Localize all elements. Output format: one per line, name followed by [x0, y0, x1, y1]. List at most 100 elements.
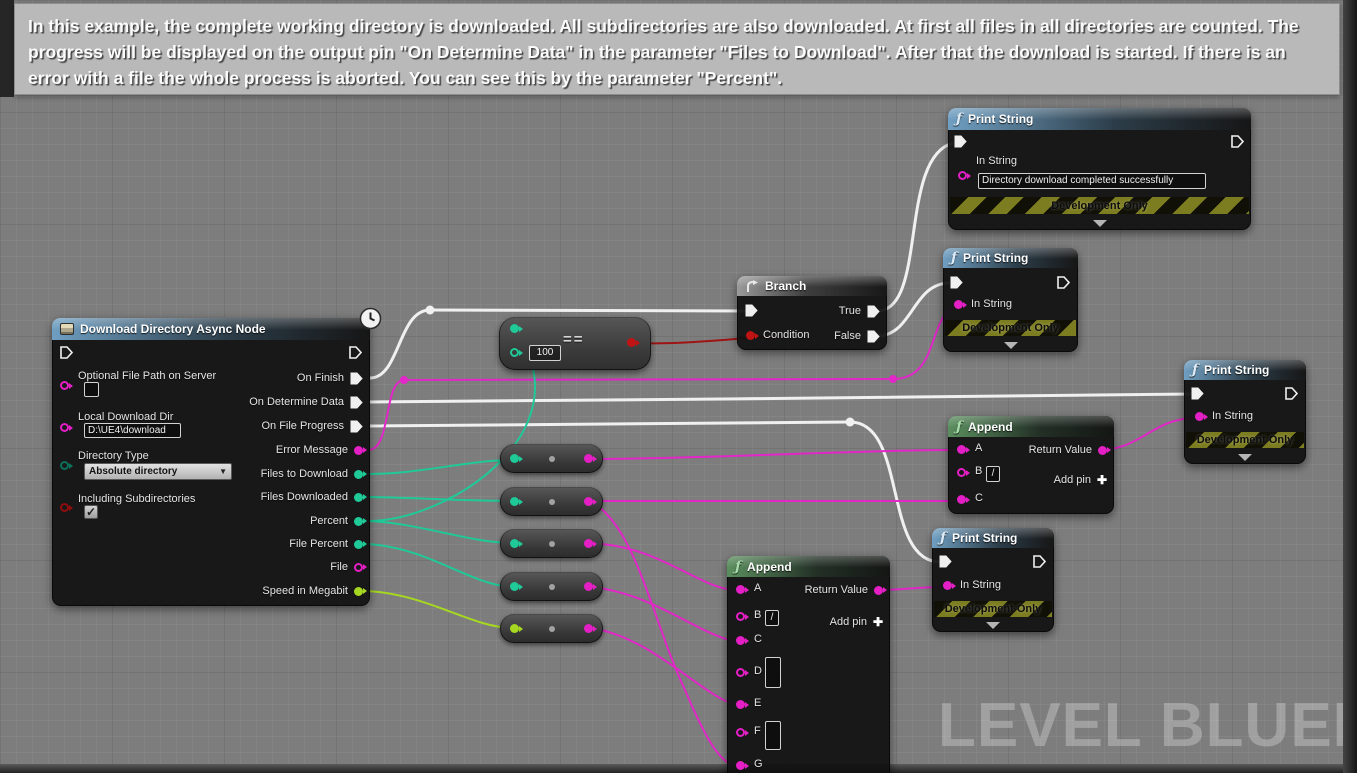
- node-int-to-string-1[interactable]: [500, 444, 603, 473]
- output-row-file[interactable]: File: [330, 559, 363, 575]
- in-string-field[interactable]: Directory download completed successfull…: [978, 173, 1206, 189]
- node-print-string-success[interactable]: ƒ Print String In String Directory downl…: [948, 108, 1251, 230]
- int-pin[interactable]: [354, 517, 363, 526]
- node-header[interactable]: ƒ Print String: [1184, 360, 1306, 380]
- optional-file-path-field[interactable]: [84, 382, 99, 397]
- node-expander[interactable]: [1238, 454, 1252, 461]
- append-b-pin[interactable]: [957, 468, 966, 477]
- output-row-on-finish[interactable]: On Finish: [297, 370, 363, 386]
- wire-filesdownloaded-to-conv2[interactable]: [368, 497, 512, 501]
- exec-in-pin[interactable]: [939, 555, 952, 568]
- exec-junction-dot[interactable]: [846, 418, 855, 427]
- exec-in-pin[interactable]: [745, 304, 758, 317]
- node-int-to-string-4[interactable]: [500, 572, 603, 601]
- exec-junction-dot[interactable]: [426, 306, 435, 315]
- append-c-pin[interactable]: [736, 636, 745, 645]
- node-append-2[interactable]: ƒ Append A B / C D E F G Return Value Ad…: [727, 556, 890, 773]
- wire-true-to-printstring1[interactable]: [877, 143, 953, 311]
- in-string-pin[interactable]: [1195, 412, 1204, 421]
- local-download-dir-field[interactable]: D:\UE4\download: [84, 423, 181, 438]
- compare-result-pin[interactable]: [627, 338, 636, 347]
- output-row-file-percent[interactable]: File Percent: [289, 536, 363, 552]
- in-string-pin[interactable]: [943, 581, 952, 590]
- pin-optional-file-path[interactable]: [60, 381, 69, 390]
- exec-out-pin[interactable]: [349, 346, 362, 359]
- output-row-percent[interactable]: Percent: [310, 513, 363, 529]
- conv-in-pin[interactable]: [510, 497, 519, 506]
- string-pin[interactable]: [354, 563, 363, 572]
- int-pin[interactable]: [354, 540, 363, 549]
- node-header[interactable]: ƒ Append: [727, 556, 890, 577]
- compare-literal-field[interactable]: 100: [529, 345, 561, 361]
- node-expander[interactable]: [1004, 342, 1018, 349]
- wire-onfileprogress-to-printstring4[interactable]: [370, 422, 941, 562]
- int-pin[interactable]: [354, 470, 363, 479]
- branch-false-row[interactable]: False: [834, 328, 880, 344]
- exec-pin[interactable]: [867, 330, 880, 343]
- conv-out-pin[interactable]: [584, 454, 593, 463]
- node-float-to-string[interactable]: [500, 614, 603, 643]
- exec-pin[interactable]: [350, 420, 363, 433]
- return-value-pin[interactable]: [874, 586, 883, 595]
- wire-percent-to-conv3[interactable]: [368, 521, 512, 543]
- node-equal-compare[interactable]: 100 ==: [499, 317, 651, 370]
- node-append-1[interactable]: ƒ Append A B / C Return Value Add pin ✚: [948, 416, 1114, 514]
- node-header[interactable]: ƒ Print String: [943, 248, 1078, 268]
- append-b-pin[interactable]: [736, 612, 745, 621]
- blueprint-canvas[interactable]: LEVEL BLUEPRINT: [0, 0, 1357, 773]
- in-string-pin[interactable]: [954, 300, 963, 309]
- conv-out-pin[interactable]: [584, 624, 593, 633]
- condition-pin[interactable]: [746, 331, 755, 340]
- exec-pin[interactable]: [350, 396, 363, 409]
- exec-pin[interactable]: [867, 305, 880, 318]
- string-junction-dot[interactable]: [400, 376, 408, 384]
- string-junction-dot[interactable]: [889, 375, 897, 383]
- node-expander[interactable]: [986, 622, 1000, 629]
- wire-conv3-to-append2-a[interactable]: [590, 543, 733, 590]
- pin-local-download-dir[interactable]: [60, 423, 69, 432]
- exec-out-pin[interactable]: [1231, 135, 1244, 148]
- add-pin-button[interactable]: Add pin ✚: [1054, 472, 1107, 488]
- wire-conv5-to-append2-e[interactable]: [590, 628, 733, 704]
- compare-input-a-pin[interactable]: [510, 324, 519, 333]
- comment-node[interactable]: In this example, the complete working di…: [14, 3, 1340, 95]
- conv-in-pin[interactable]: [510, 539, 519, 548]
- node-header[interactable]: ƒ Print String: [948, 108, 1251, 130]
- return-value-pin[interactable]: [1098, 446, 1107, 455]
- conv-in-pin[interactable]: [510, 454, 519, 463]
- output-row-on-file-progress[interactable]: On File Progress: [261, 418, 363, 434]
- wire-filepercent-to-conv4[interactable]: [368, 544, 512, 587]
- node-download-directory-async[interactable]: Download Directory Async Node Optional F…: [52, 318, 370, 606]
- append-f-pin[interactable]: [736, 728, 745, 737]
- exec-in-pin[interactable]: [1191, 387, 1204, 400]
- exec-in-pin[interactable]: [954, 135, 967, 148]
- node-print-string-determine-data[interactable]: ƒ Print String In String Development Onl…: [1184, 360, 1306, 464]
- branch-true-row[interactable]: True: [839, 303, 880, 319]
- including-subdirectories-checkbox[interactable]: ✓: [84, 505, 98, 519]
- conv-out-pin[interactable]: [584, 497, 593, 506]
- string-pin[interactable]: [354, 446, 363, 455]
- node-header[interactable]: Branch: [737, 276, 887, 296]
- append-e-pin[interactable]: [736, 700, 745, 709]
- conv-out-pin[interactable]: [584, 539, 593, 548]
- return-value-row[interactable]: Return Value: [805, 582, 883, 598]
- conv-in-pin[interactable]: [510, 624, 519, 633]
- exec-in-pin[interactable]: [950, 276, 963, 289]
- wire-speed-to-conv5[interactable]: [368, 591, 512, 628]
- node-header[interactable]: Download Directory Async Node: [52, 318, 370, 340]
- append-b-field[interactable]: /: [986, 466, 1000, 482]
- node-print-string-error[interactable]: ƒ Print String In String Development Onl…: [943, 248, 1078, 352]
- node-header[interactable]: ƒ Print String: [932, 528, 1054, 548]
- append-b-field[interactable]: /: [765, 610, 779, 626]
- in-string-pin[interactable]: [958, 171, 967, 180]
- wire-conv1-to-append1-a[interactable]: [590, 450, 953, 459]
- exec-out-pin[interactable]: [1285, 387, 1298, 400]
- pin-directory-type[interactable]: [60, 461, 69, 470]
- append-a-pin[interactable]: [957, 445, 966, 454]
- output-row-files-downloaded[interactable]: Files Downloaded: [261, 489, 363, 505]
- exec-out-pin[interactable]: [1057, 276, 1070, 289]
- exec-out-pin[interactable]: [1033, 555, 1046, 568]
- append-g-pin[interactable]: [736, 761, 745, 770]
- append-d-field[interactable]: [765, 657, 781, 688]
- output-row-error-message[interactable]: Error Message: [276, 442, 363, 458]
